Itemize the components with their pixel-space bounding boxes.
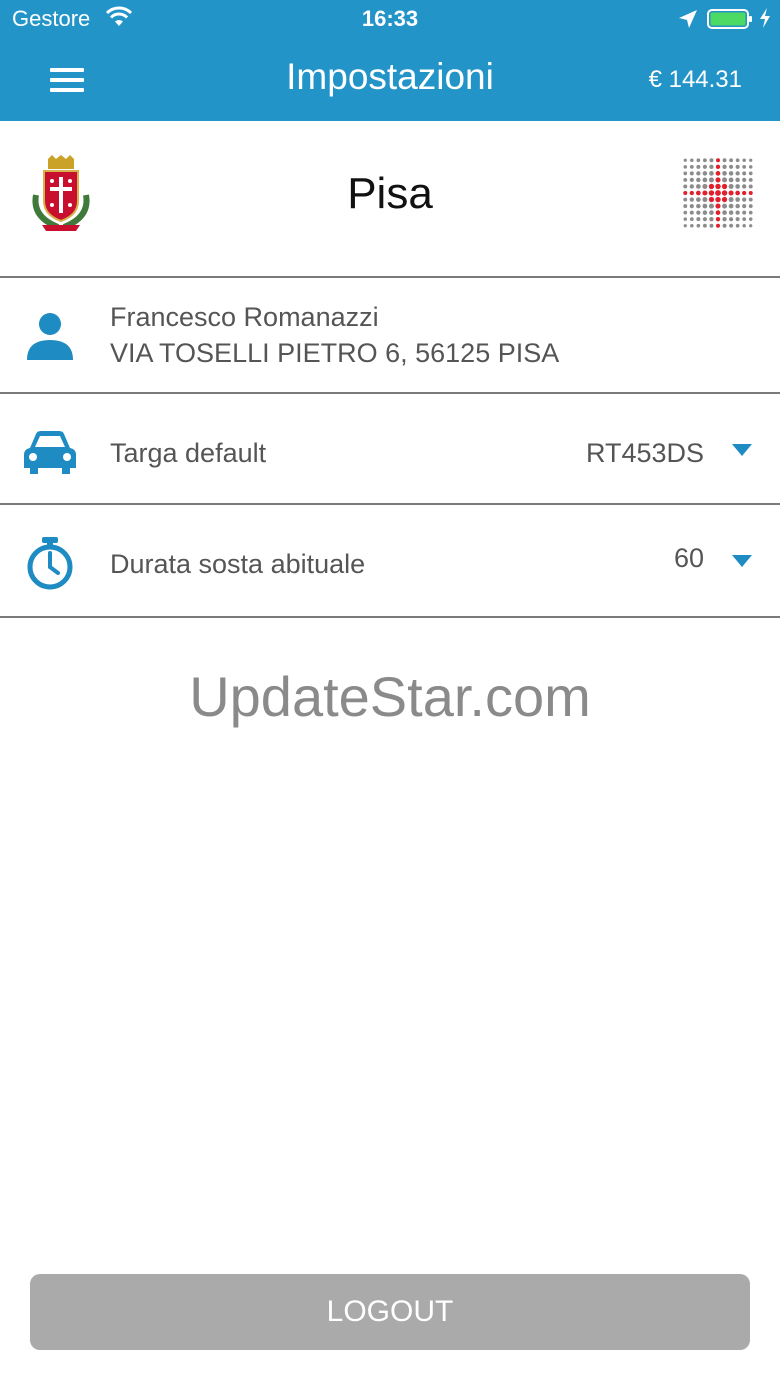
parking-duration-row[interactable]: Durata sosta abituale 60 bbox=[0, 505, 780, 618]
user-name: Francesco Romanazzi bbox=[110, 302, 379, 332]
city-name: Pisa bbox=[347, 169, 433, 218]
dropdown-arrow-icon[interactable] bbox=[732, 444, 752, 456]
watermark: UpdateStar.com bbox=[189, 665, 591, 728]
dotted-cross-logo-icon bbox=[683, 158, 753, 228]
user-profile-row[interactable]: Francesco Romanazzi VIA TOSELLI PIETRO 6… bbox=[0, 278, 780, 394]
app-bar: Gestore 16:33 Impostazioni € 144.31 bbox=[0, 0, 780, 121]
duration-label: Durata sosta abituale bbox=[110, 549, 366, 579]
stopwatch-icon bbox=[27, 537, 73, 590]
location-arrow-icon bbox=[679, 10, 697, 28]
status-bar: Gestore 16:33 bbox=[0, 0, 780, 40]
battery-icon bbox=[707, 9, 752, 29]
city-row: Pisa bbox=[0, 121, 780, 278]
plate-value[interactable]: RT453DS bbox=[586, 438, 704, 469]
balance-label: € 144.31 bbox=[648, 66, 742, 93]
logout-button[interactable]: LOGOUT bbox=[30, 1274, 750, 1350]
user-address: VIA TOSELLI PIETRO 6, 56125 PISA bbox=[110, 338, 560, 368]
charging-bolt-icon bbox=[760, 8, 770, 28]
dropdown-arrow-icon[interactable] bbox=[732, 555, 752, 567]
plate-label: Targa default bbox=[110, 438, 267, 468]
default-plate-row[interactable]: Targa default RT453DS bbox=[0, 394, 780, 505]
car-icon bbox=[24, 431, 76, 474]
person-icon bbox=[27, 313, 73, 360]
clock-label: 16:33 bbox=[361, 6, 419, 31]
duration-value[interactable]: 60 bbox=[674, 543, 704, 574]
